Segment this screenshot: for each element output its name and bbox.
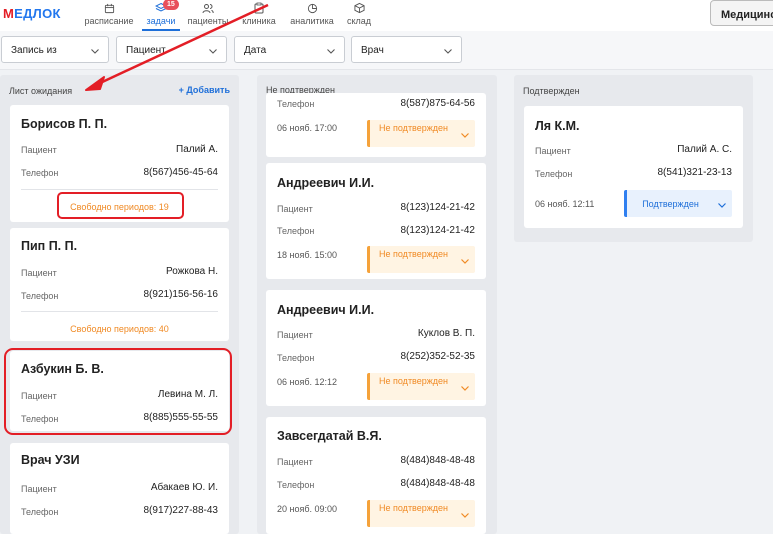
annotation-arrow xyxy=(85,3,269,91)
